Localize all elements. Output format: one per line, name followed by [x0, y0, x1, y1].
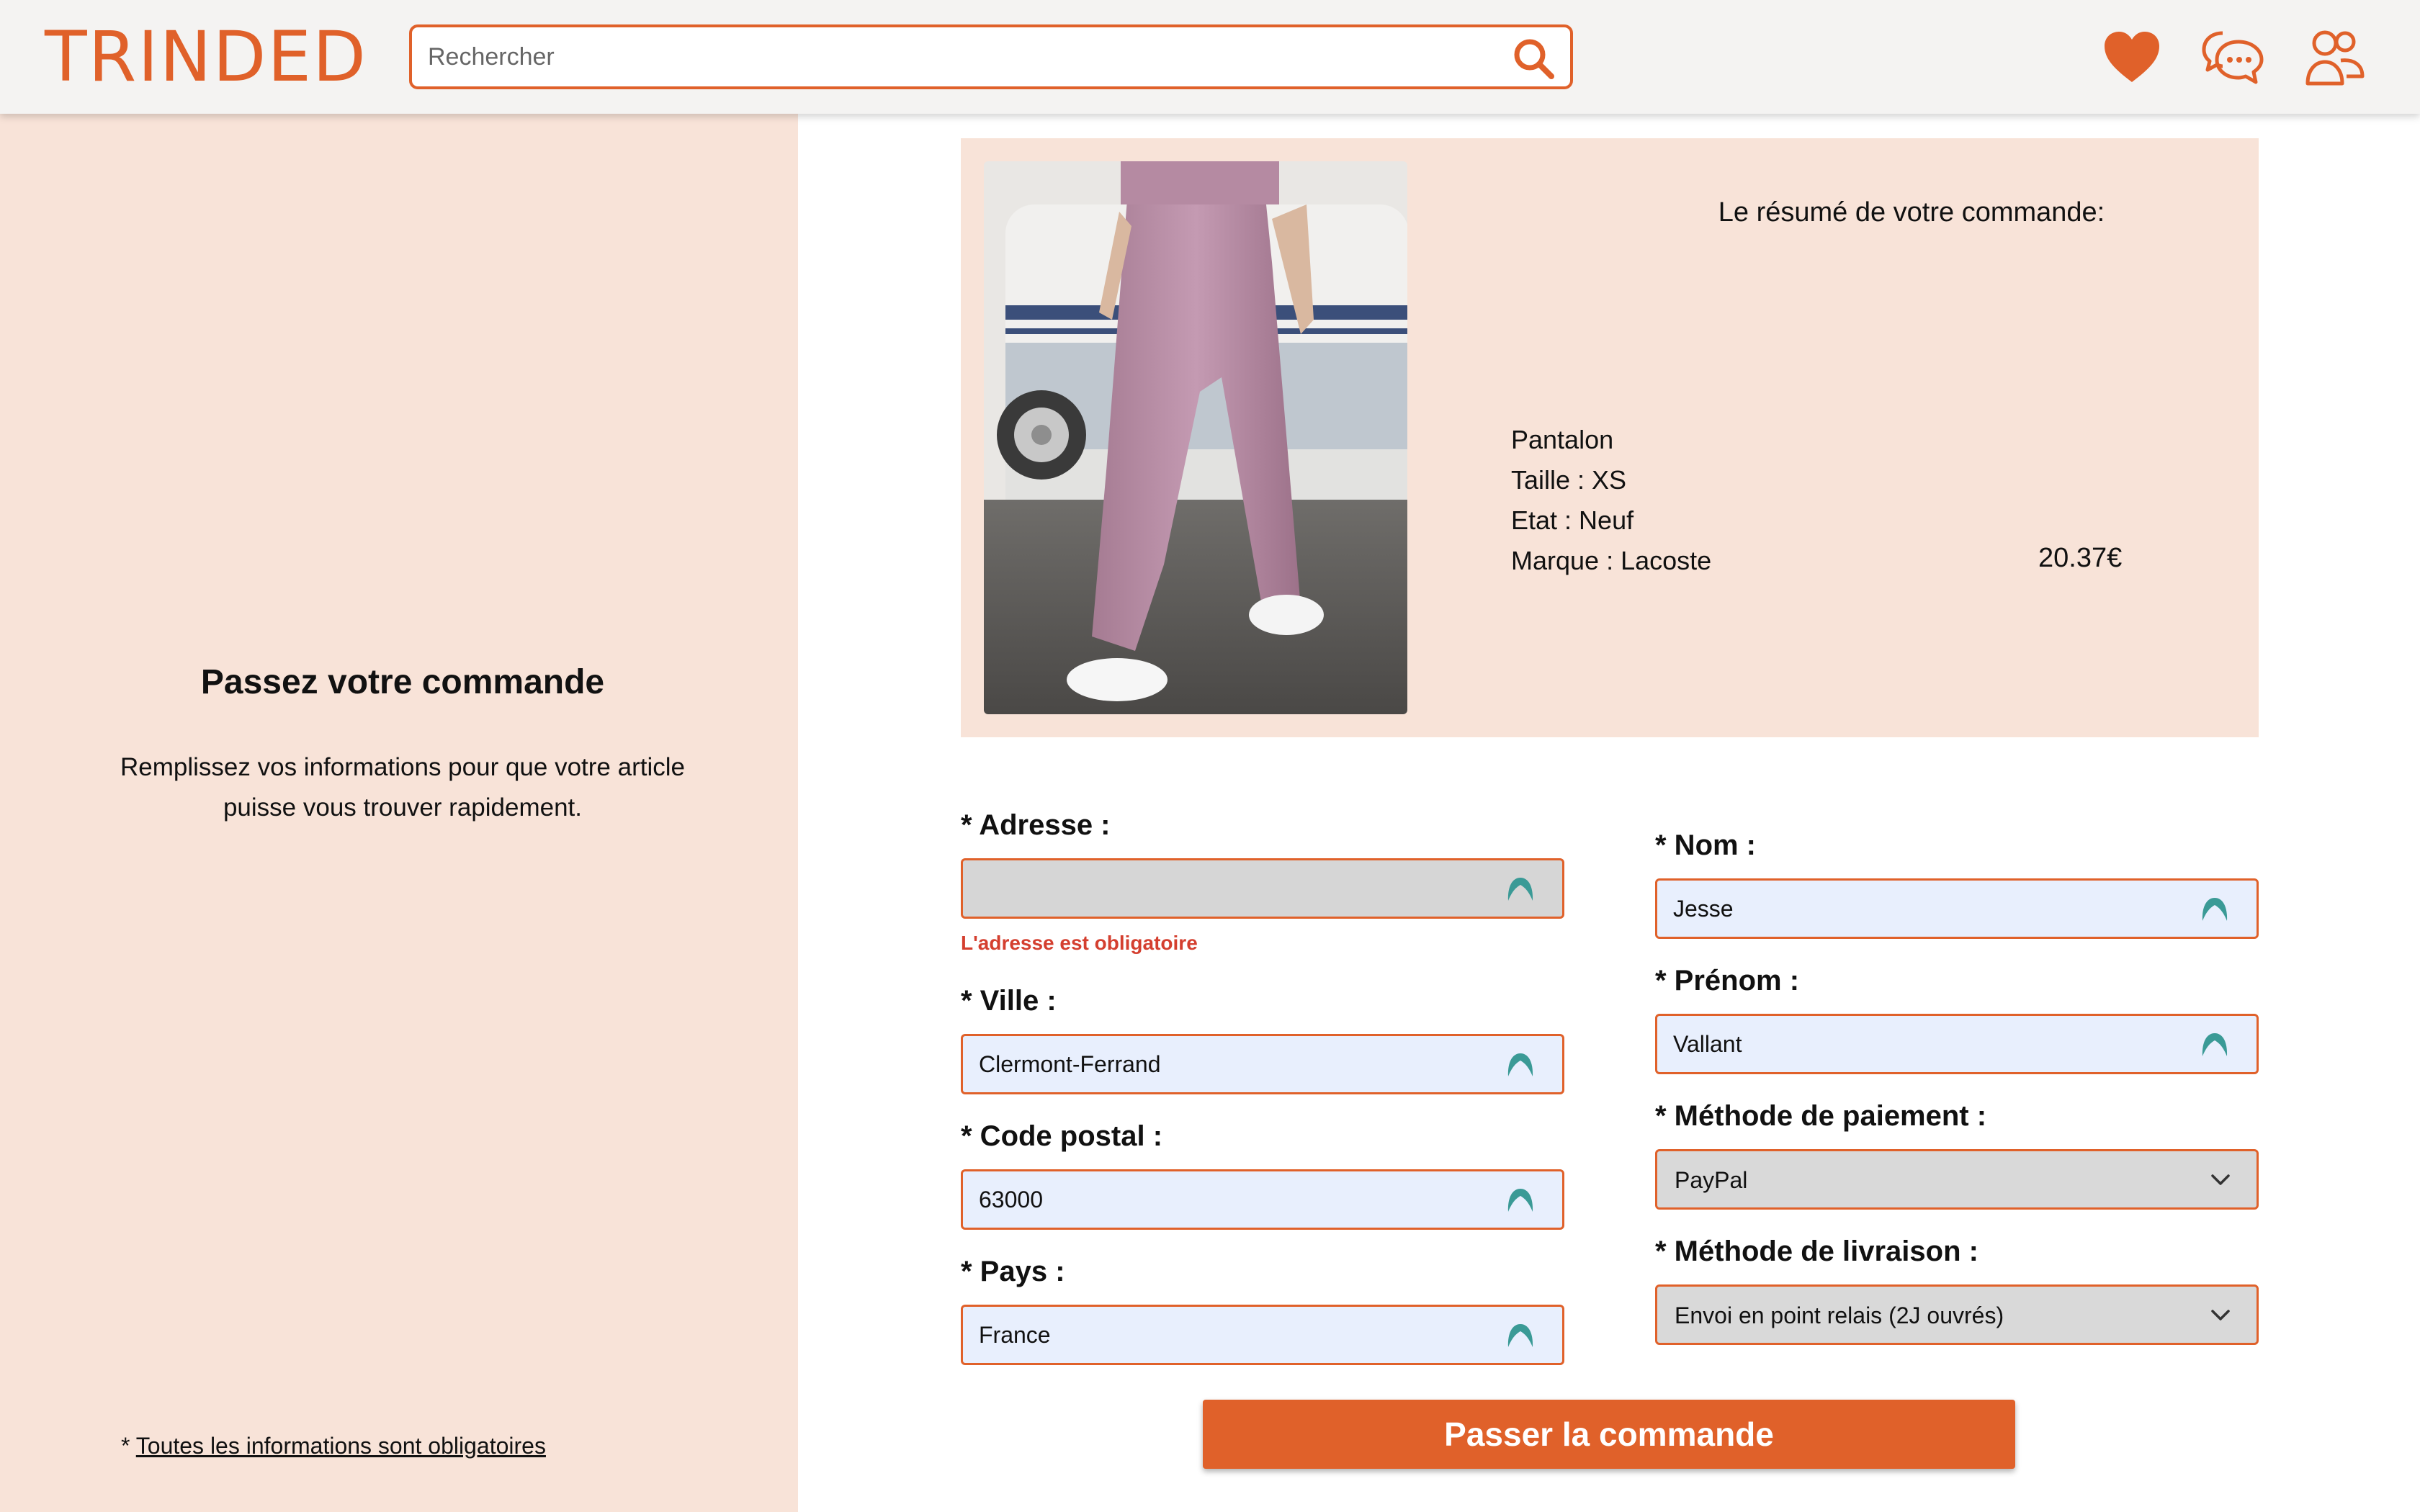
required-note-link[interactable]: Toutes les informations sont obligatoire… — [136, 1433, 546, 1459]
city-field[interactable] — [961, 1034, 1564, 1094]
address-field[interactable] — [961, 858, 1564, 919]
autofill-icon[interactable] — [2200, 896, 2229, 922]
shipping-method-select[interactable]: Envoi en point relais (2J ouvrés) — [1655, 1284, 2259, 1345]
product-photo — [984, 161, 1407, 714]
item-price: 20.37€ — [2038, 543, 2123, 573]
postal-code-input[interactable] — [979, 1171, 1483, 1228]
required-note: * Toutes les informations sont obligatoi… — [121, 1433, 546, 1459]
payment-method-label: * Méthode de paiement : — [1655, 1100, 1987, 1132]
item-condition: Etat : Neuf — [1511, 505, 1634, 535]
summary-title: Le résumé de votre commande: — [1718, 197, 2105, 228]
item-name: Pantalon — [1511, 425, 1614, 454]
first-name-label: * Prénom : — [1655, 965, 1800, 996]
place-order-button[interactable]: Passer la commande — [1203, 1400, 2015, 1469]
autofill-icon[interactable] — [1506, 876, 1535, 902]
address-input[interactable] — [979, 860, 1483, 917]
info-panel: Passez votre commande Remplissez vos inf… — [0, 114, 798, 1512]
city-label: * Ville : — [961, 985, 1057, 1017]
autofill-icon[interactable] — [1506, 1323, 1535, 1349]
item-brand: Marque : Lacoste — [1511, 546, 1712, 575]
users-icon[interactable] — [2303, 26, 2367, 89]
autofill-icon[interactable] — [2200, 1032, 2229, 1058]
search-input[interactable] — [428, 27, 1465, 86]
country-label: * Pays : — [961, 1256, 1065, 1287]
autofill-icon[interactable] — [1506, 1052, 1535, 1078]
city-input[interactable] — [979, 1036, 1483, 1092]
postal-code-label: * Code postal : — [961, 1120, 1163, 1152]
heart-icon[interactable] — [2100, 26, 2164, 89]
address-error: L'adresse est obligatoire — [961, 932, 1198, 954]
country-field[interactable] — [961, 1305, 1564, 1365]
shipping-method-label: * Méthode de livraison : — [1655, 1236, 1978, 1267]
shipping-method-value: Envoi en point relais (2J ouvrés) — [1675, 1302, 2004, 1328]
last-name-field[interactable] — [1655, 878, 2259, 939]
top-bar: TRINDED — [0, 0, 2420, 114]
payment-method-value: PayPal — [1675, 1167, 1748, 1193]
country-input[interactable] — [979, 1307, 1483, 1363]
last-name-label: * Nom : — [1655, 829, 1756, 861]
required-note-prefix: * — [121, 1433, 136, 1459]
address-label: * Adresse : — [961, 809, 1111, 841]
payment-method-select[interactable]: PayPal — [1655, 1149, 2259, 1210]
panel-title: Passez votre commande — [200, 663, 605, 701]
autofill-icon[interactable] — [1506, 1187, 1535, 1213]
logo[interactable]: TRINDED — [45, 17, 367, 96]
order-summary: Le résumé de votre commande: Pantalon Ta… — [961, 138, 2259, 737]
postal-code-field[interactable] — [961, 1169, 1564, 1230]
chat-icon[interactable] — [2201, 26, 2264, 89]
panel-subtitle: Remplissez vos informations pour que vot… — [120, 753, 685, 822]
first-name-field[interactable] — [1655, 1014, 2259, 1074]
item-size: Taille : XS — [1511, 465, 1627, 495]
search-icon[interactable] — [1511, 36, 1556, 81]
search-bar[interactable] — [409, 24, 1573, 89]
chevron-down-icon[interactable] — [2210, 1307, 2231, 1323]
last-name-input[interactable] — [1673, 881, 2177, 937]
first-name-input[interactable] — [1673, 1016, 2177, 1072]
chevron-down-icon[interactable] — [2210, 1171, 2231, 1187]
product-image — [984, 161, 1407, 714]
